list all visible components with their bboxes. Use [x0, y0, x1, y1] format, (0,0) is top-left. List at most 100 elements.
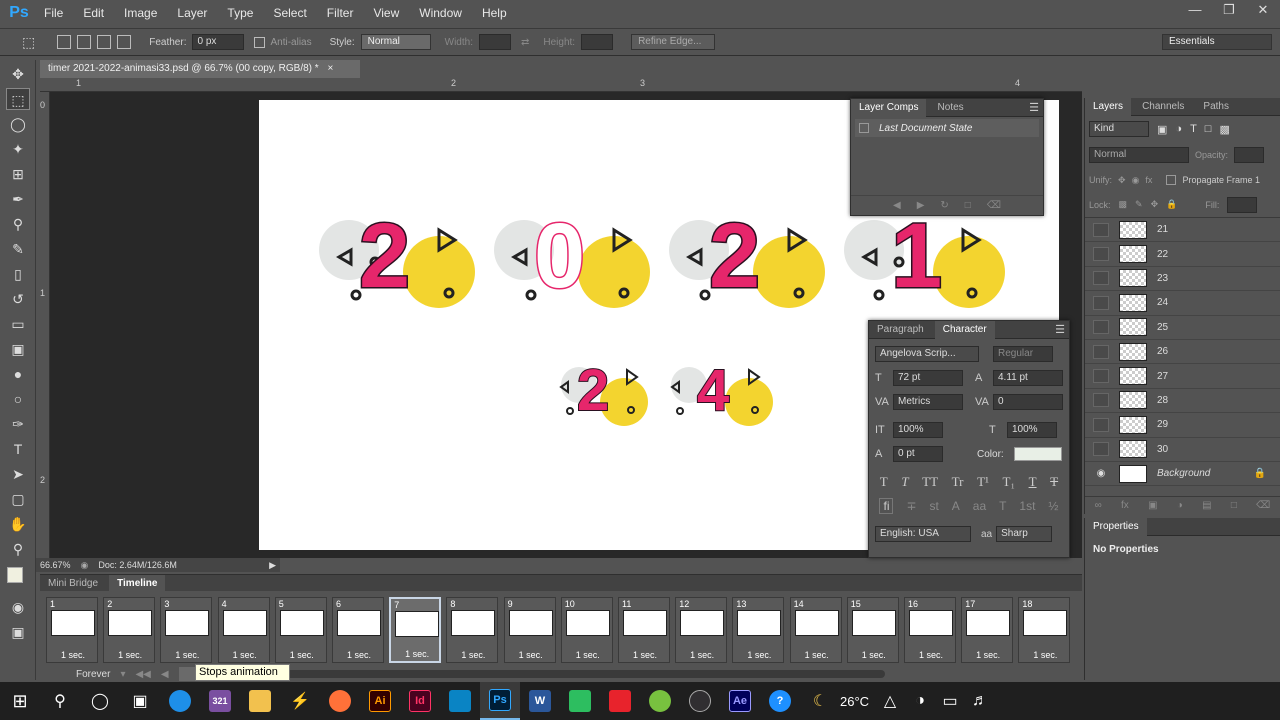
animation-frame[interactable]: 7 1 sec. — [389, 597, 442, 663]
contextual-icon[interactable]: aa — [973, 499, 986, 513]
marquee-preset-icon[interactable]: ⬚ — [22, 34, 35, 51]
feather-input[interactable]: 0 px — [192, 34, 245, 50]
superscript-icon[interactable]: T¹ — [977, 474, 989, 490]
tab-character[interactable]: Character — [934, 321, 995, 339]
lock-pixels-icon[interactable]: ▩ — [1119, 199, 1128, 210]
filter-shape-icon[interactable]: □ — [1205, 123, 1212, 135]
delete-comp-icon[interactable]: ⌫ — [987, 200, 1001, 211]
loop-dropdown-icon[interactable]: ▾ — [120, 669, 125, 680]
layer-row[interactable]: 30 — [1085, 438, 1280, 462]
quick-mask-icon[interactable]: ◉ — [6, 596, 30, 618]
new-group-icon[interactable]: ▤ — [1202, 500, 1211, 511]
stop-button[interactable] — [178, 667, 195, 681]
frame-delay[interactable]: 1 sec. — [964, 650, 1012, 660]
marquee-tool-icon[interactable]: ⬚ — [6, 88, 30, 110]
menu-help[interactable]: Help — [472, 0, 517, 26]
horizontal-scale-input[interactable]: 100% — [1007, 422, 1057, 438]
swap-icon[interactable]: ⇄ — [521, 37, 529, 48]
menu-filter[interactable]: Filter — [317, 0, 364, 26]
style-select[interactable]: Normal — [360, 34, 431, 50]
menu-select[interactable]: Select — [263, 0, 316, 26]
kerning-select[interactable]: Metrics — [893, 394, 963, 410]
frame-delay[interactable]: 1 sec. — [793, 650, 841, 660]
winamp-icon[interactable]: ⚡ — [280, 682, 320, 720]
animation-frame[interactable]: 14 1 sec. — [789, 597, 842, 663]
status-icon[interactable]: ◉ — [81, 560, 89, 571]
year-digit[interactable]: 0 — [532, 209, 586, 304]
visibility-toggle[interactable] — [1093, 369, 1109, 384]
width-input[interactable] — [478, 34, 511, 50]
vertical-scale-input[interactable]: 100% — [893, 422, 943, 438]
animation-frame[interactable]: 6 1 sec. — [332, 597, 384, 663]
foreground-color-swatch[interactable] — [7, 567, 23, 583]
temperature-text[interactable]: 26°C — [840, 694, 869, 709]
dodge-tool-icon[interactable]: ○ — [6, 388, 30, 410]
animation-frame[interactable]: 9 1 sec. — [503, 597, 556, 663]
prev-comp-icon[interactable]: ◀ — [893, 200, 901, 211]
intersect-selection-icon[interactable] — [117, 35, 132, 49]
close-document-icon[interactable]: × — [327, 63, 333, 74]
height-input[interactable] — [581, 34, 614, 50]
menu-view[interactable]: View — [363, 0, 409, 26]
unify-style-icon[interactable]: fx — [1145, 175, 1152, 185]
layer-row[interactable]: 29 — [1085, 413, 1280, 438]
evernote-icon[interactable] — [560, 682, 600, 720]
new-layer-icon[interactable]: □ — [1231, 500, 1237, 511]
weather-icon[interactable]: ☾ — [800, 682, 840, 720]
layer-row[interactable]: 26 — [1085, 340, 1280, 365]
titling-icon[interactable]: A — [952, 499, 960, 513]
animation-frame[interactable]: 11 1 sec. — [618, 597, 670, 663]
utorrent-icon[interactable] — [640, 682, 680, 720]
animation-frame[interactable]: 10 1 sec. — [560, 597, 613, 663]
layer-row[interactable]: 27 — [1085, 364, 1280, 389]
frame-delay[interactable]: 1 sec. — [221, 650, 269, 660]
stylistic-icon[interactable]: st — [929, 499, 938, 513]
faux-italic-icon[interactable]: T — [901, 474, 908, 490]
hidden-icons-icon[interactable]: △ — [875, 682, 905, 720]
propagate-checkbox[interactable] — [1166, 175, 1177, 185]
animation-frame[interactable]: 18 1 sec. — [1018, 597, 1071, 663]
calendar-icon[interactable]: 321 — [200, 682, 240, 720]
ordinal-icon[interactable]: T — [999, 499, 1006, 513]
visibility-toggle[interactable] — [1093, 393, 1109, 408]
eraser-tool-icon[interactable]: ▭ — [6, 313, 30, 335]
font-style-select[interactable]: Regular — [993, 346, 1053, 362]
move-tool-icon[interactable]: ✥ — [6, 63, 30, 85]
animation-frame[interactable]: 5 1 sec. — [274, 597, 327, 663]
frame-delay[interactable]: 1 sec. — [507, 650, 555, 660]
all-caps-icon[interactable]: TT — [922, 474, 938, 490]
restore-button[interactable]: ❐ — [1212, 0, 1246, 22]
small-caps-icon[interactable]: Tr — [952, 474, 964, 490]
layer-row[interactable]: 25 — [1085, 316, 1280, 340]
type-tool-icon[interactable]: T — [6, 438, 30, 460]
windows-start-icon[interactable]: ⊞ — [0, 682, 40, 720]
filter-pixel-icon[interactable]: ▣ — [1157, 123, 1167, 136]
layer-filter-select[interactable]: Kind — [1089, 121, 1149, 137]
magic-wand-icon[interactable]: ✦ — [6, 138, 30, 160]
frame-delay[interactable]: 1 sec. — [907, 650, 955, 660]
animation-frame[interactable]: 2 1 sec. — [103, 597, 156, 663]
unify-position-icon[interactable]: ✥ — [1118, 175, 1126, 186]
menu-layer[interactable]: Layer — [167, 0, 217, 26]
layer-row[interactable]: 23 — [1085, 267, 1280, 292]
firefox-icon[interactable] — [320, 682, 360, 720]
hand-tool-icon[interactable]: ✋ — [6, 513, 30, 535]
eyedropper-icon[interactable]: ✒ — [6, 188, 30, 210]
zoom-level[interactable]: 66.67% — [40, 560, 71, 570]
app-installer-icon[interactable] — [440, 682, 480, 720]
opacity-input[interactable] — [1234, 147, 1265, 163]
frame-delay[interactable]: 1 sec. — [49, 650, 97, 660]
timeline-scrollbar[interactable] — [264, 670, 885, 678]
filter-smart-icon[interactable]: ▩ — [1219, 123, 1229, 136]
first-frame-icon[interactable]: ◀◀ — [135, 669, 150, 680]
underline-icon[interactable]: T — [1029, 474, 1037, 490]
strikethrough-icon[interactable]: T — [1050, 474, 1058, 490]
network-icon[interactable]: ◑ — [905, 682, 935, 720]
word-icon[interactable]: W — [520, 682, 560, 720]
tab-properties[interactable]: Properties — [1085, 518, 1147, 536]
lock-all-icon[interactable]: 🔒 — [1166, 199, 1177, 210]
menu-file[interactable]: File — [34, 0, 73, 26]
crop-tool-icon[interactable]: ⊞ — [6, 163, 30, 185]
after-effects-icon[interactable]: Ae — [720, 682, 760, 720]
cortana-icon[interactable]: ◯ — [80, 682, 120, 720]
